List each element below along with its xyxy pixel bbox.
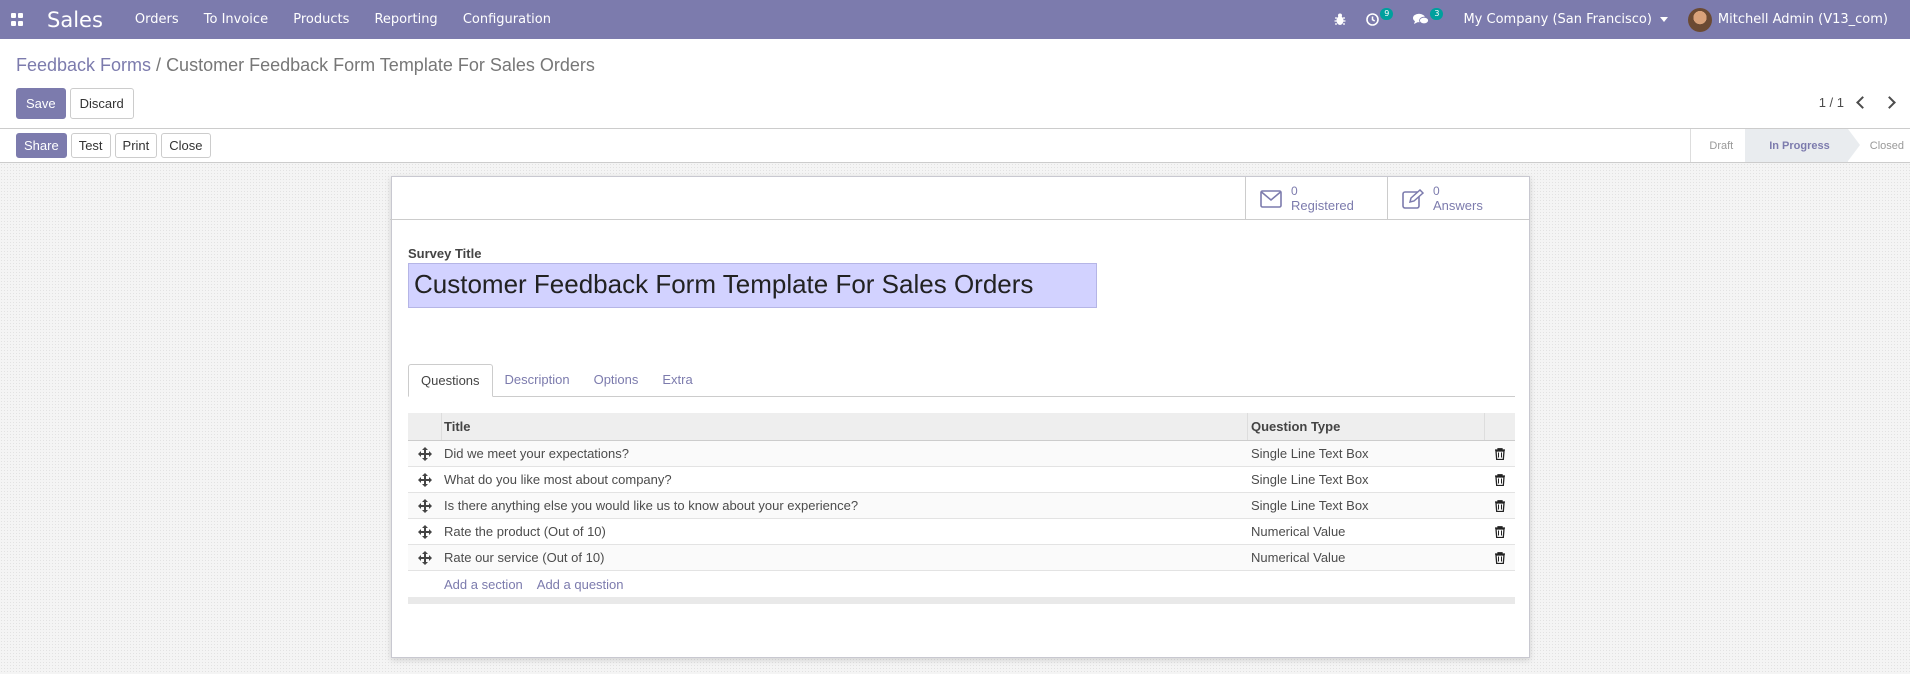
table-row[interactable]: Rate our service (Out of 10) Numerical V… bbox=[408, 545, 1515, 571]
column-header-question-type[interactable]: Question Type bbox=[1248, 413, 1485, 440]
top-navbar: Sales Orders To Invoice Products Reporti… bbox=[0, 0, 1910, 39]
edit-icon bbox=[1402, 188, 1424, 209]
answers-smart-button[interactable]: 0 Answers bbox=[1387, 177, 1529, 220]
add-line-row: Add a section Add a question bbox=[408, 571, 1515, 597]
save-button[interactable]: Save bbox=[16, 88, 66, 119]
move-handle-icon[interactable] bbox=[418, 524, 432, 539]
move-handle-icon[interactable] bbox=[418, 446, 432, 461]
message-count-badge: 3 bbox=[1430, 7, 1444, 20]
question-type: Single Line Text Box bbox=[1251, 446, 1369, 461]
menu-products[interactable]: Products bbox=[293, 12, 349, 27]
answers-count: 0 bbox=[1433, 184, 1440, 198]
stage-bar: Draft In Progress Closed bbox=[1690, 129, 1910, 162]
registered-count: 0 bbox=[1291, 184, 1298, 198]
question-title: Rate our service (Out of 10) bbox=[444, 550, 605, 565]
avatar bbox=[1687, 7, 1712, 32]
smart-button-box: 0 Registered 0 Answers bbox=[390, 177, 1529, 220]
trash-icon[interactable] bbox=[1494, 447, 1506, 460]
trash-icon[interactable] bbox=[1494, 551, 1506, 564]
debug-bug-icon[interactable] bbox=[1334, 13, 1346, 26]
activity-button[interactable]: 9 bbox=[1366, 7, 1394, 26]
survey-title-input[interactable]: Customer Feedback Form Template For Sale… bbox=[408, 263, 1097, 308]
add-section-link[interactable]: Add a section bbox=[444, 577, 523, 592]
tab-questions[interactable]: Questions bbox=[408, 364, 493, 397]
table-header: Title Question Type bbox=[408, 413, 1515, 441]
table-row[interactable]: Rate the product (Out of 10) Numerical V… bbox=[408, 519, 1515, 545]
menu-orders[interactable]: Orders bbox=[135, 12, 179, 27]
question-type: Single Line Text Box bbox=[1251, 472, 1369, 487]
user-name: Mitchell Admin (V13_com) bbox=[1717, 12, 1888, 27]
table-footer bbox=[408, 597, 1515, 604]
column-header-title[interactable]: Title bbox=[442, 413, 1248, 440]
form-statusbar: Share Test Print Close Draft In Progress… bbox=[0, 129, 1910, 163]
stage-in-progress[interactable]: In Progress bbox=[1745, 129, 1860, 162]
page-title: Customer Feedback Form Template For Sale… bbox=[166, 55, 595, 75]
print-button[interactable]: Print bbox=[114, 133, 158, 158]
registered-smart-button[interactable]: 0 Registered bbox=[1245, 177, 1387, 220]
apps-menu-icon[interactable] bbox=[11, 13, 24, 26]
menu-reporting[interactable]: Reporting bbox=[374, 12, 437, 27]
question-title: What do you like most about company? bbox=[444, 472, 672, 487]
pager-value[interactable]: 1 / 1 bbox=[1819, 95, 1844, 110]
menu-to-invoice[interactable]: To Invoice bbox=[204, 12, 268, 27]
tab-options[interactable]: Options bbox=[582, 364, 651, 396]
close-button[interactable]: Close bbox=[161, 133, 211, 158]
handle-column-header bbox=[408, 413, 442, 440]
activity-count-badge: 9 bbox=[1380, 7, 1394, 20]
question-title: Is there anything else you would like us… bbox=[444, 498, 859, 513]
trash-column-header bbox=[1485, 413, 1515, 440]
discard-button[interactable]: Discard bbox=[69, 88, 134, 119]
test-button[interactable]: Test bbox=[70, 133, 111, 158]
breadcrumb-separator: / bbox=[156, 55, 162, 75]
move-handle-icon[interactable] bbox=[418, 472, 432, 487]
pager: 1 / 1 bbox=[1819, 95, 1896, 110]
company-name: My Company (San Francisco) bbox=[1463, 12, 1652, 27]
form-sheet: 0 Registered 0 Answers Survey Title Cust… bbox=[390, 176, 1530, 658]
stage-draft[interactable]: Draft bbox=[1691, 129, 1745, 162]
breadcrumb: Feedback Forms / Customer Feedback Form Te… bbox=[16, 55, 595, 76]
trash-icon[interactable] bbox=[1494, 525, 1506, 538]
question-type: Numerical Value bbox=[1251, 524, 1346, 539]
user-menu[interactable]: Mitchell Admin (V13_com) bbox=[1687, 7, 1888, 32]
chevron-left-icon[interactable] bbox=[1856, 96, 1869, 109]
question-title: Rate the product (Out of 10) bbox=[444, 524, 606, 539]
answers-label: Answers bbox=[1433, 198, 1483, 213]
main-menu: Orders To Invoice Products Reporting Con… bbox=[135, 12, 572, 27]
question-title: Did we meet your expectations? bbox=[444, 446, 629, 461]
move-handle-icon[interactable] bbox=[418, 550, 432, 565]
tab-description[interactable]: Description bbox=[493, 364, 582, 396]
envelope-icon bbox=[1260, 189, 1282, 208]
control-panel: Feedback Forms / Customer Feedback Form Te… bbox=[0, 39, 1910, 129]
survey-title-label: Survey Title bbox=[408, 246, 482, 261]
menu-configuration[interactable]: Configuration bbox=[463, 12, 551, 27]
question-type: Numerical Value bbox=[1251, 550, 1346, 565]
table-row[interactable]: What do you like most about company? Sin… bbox=[408, 467, 1515, 493]
table-row[interactable]: Is there anything else you would like us… bbox=[408, 493, 1515, 519]
notebook-tabs: Questions Description Options Extra bbox=[408, 364, 1515, 397]
question-type: Single Line Text Box bbox=[1251, 498, 1369, 513]
move-handle-icon[interactable] bbox=[418, 498, 432, 513]
chevron-down-icon bbox=[1659, 17, 1668, 22]
table-row[interactable]: Did we meet your expectations? Single Li… bbox=[408, 441, 1515, 467]
trash-icon[interactable] bbox=[1494, 473, 1506, 486]
messaging-button[interactable]: 3 bbox=[1413, 7, 1444, 26]
breadcrumb-parent[interactable]: Feedback Forms bbox=[16, 55, 151, 75]
tab-extra[interactable]: Extra bbox=[650, 364, 704, 396]
registered-label: Registered bbox=[1291, 198, 1354, 213]
trash-icon[interactable] bbox=[1494, 499, 1506, 512]
add-question-link[interactable]: Add a question bbox=[537, 577, 624, 592]
questions-table: Title Question Type Did we meet your exp… bbox=[408, 413, 1515, 604]
clock-icon bbox=[1366, 13, 1380, 26]
chat-icon bbox=[1413, 13, 1430, 25]
share-button[interactable]: Share bbox=[16, 133, 67, 158]
chevron-right-icon[interactable] bbox=[1883, 96, 1896, 109]
app-name[interactable]: Sales bbox=[47, 8, 103, 32]
company-switcher[interactable]: My Company (San Francisco) bbox=[1463, 12, 1668, 27]
